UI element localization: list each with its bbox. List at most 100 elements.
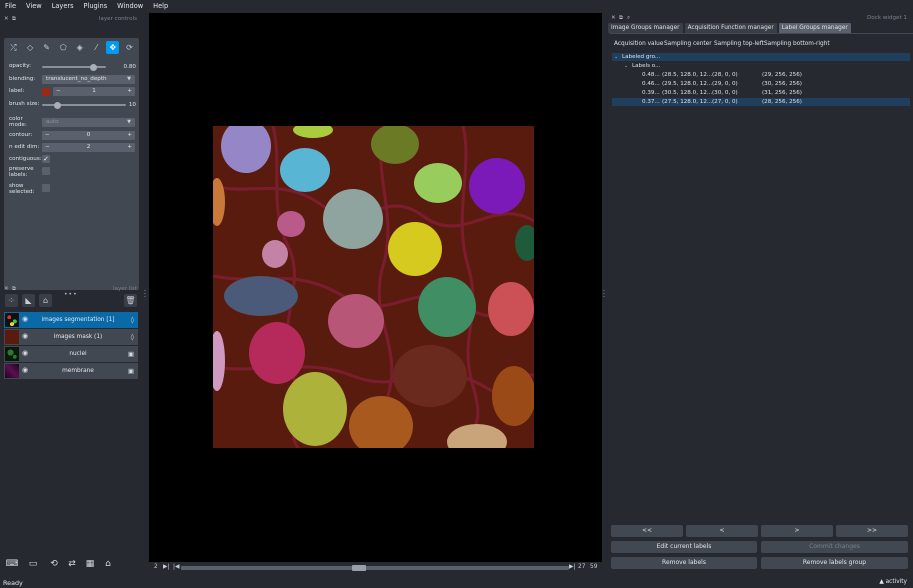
column-header-acquisition[interactable]: Acquisition value: [614, 41, 663, 47]
column-header-bottom-right[interactable]: Sampling bottom-right: [764, 41, 830, 47]
row-bottom-right: (31, 256, 256): [762, 90, 802, 96]
segmentation-image[interactable]: [213, 126, 534, 448]
commit-changes-button[interactable]: Commit changes: [761, 541, 908, 553]
show-selected-checkbox[interactable]: [42, 184, 50, 192]
blending-select[interactable]: translucent_no_depth ▼: [42, 75, 135, 84]
pick-icon[interactable]: ⁄: [90, 41, 103, 54]
activity-button[interactable]: ▲ activity: [879, 579, 907, 585]
play-icon[interactable]: ▶|: [163, 564, 169, 570]
table-row[interactable]: 0.39... (30.5, 128.0, 12... (30, 0, 0) (…: [612, 89, 910, 97]
brush-size-slider[interactable]: [42, 101, 126, 109]
contour-spinbox[interactable]: − 0 +: [42, 131, 135, 140]
increment-icon[interactable]: +: [127, 131, 132, 140]
table-row[interactable]: 0.48... (28.5, 128.0, 12... (28, 0, 0) (…: [612, 71, 910, 79]
close-icon[interactable]: ✕: [611, 15, 616, 21]
tab-acquisition-function-manager[interactable]: Acquisition Function manager: [684, 23, 777, 33]
tree-group-row[interactable]: ⌄ Labeled gro...: [612, 53, 910, 61]
ndisplay-icon[interactable]: ▭: [23, 557, 43, 571]
step-forward-icon[interactable]: ▶|: [569, 564, 575, 570]
n-edit-dim-spinbox[interactable]: − 2 +: [42, 143, 135, 152]
label-spinbox[interactable]: − 1 +: [53, 87, 135, 96]
column-header-top-left[interactable]: Sampling top-left: [714, 41, 764, 47]
canvas[interactable]: [149, 13, 602, 562]
preserve-labels-checkbox[interactable]: [42, 167, 50, 175]
new-labels-icon[interactable]: ⌂: [39, 294, 52, 307]
transform-icon[interactable]: ⟳: [123, 41, 136, 54]
opacity-slider[interactable]: [42, 63, 106, 71]
menu-layers[interactable]: Layers: [47, 2, 79, 10]
tab-label-groups-manager[interactable]: Label Groups manager: [778, 23, 851, 33]
eye-icon[interactable]: ◉: [22, 332, 28, 340]
close-icon[interactable]: ✕: [4, 16, 9, 22]
pan-zoom-icon[interactable]: ✥: [106, 41, 120, 54]
row-acq: 0.39...: [642, 90, 660, 96]
left-splitter-handle[interactable]: · · ·: [144, 289, 146, 301]
edit-current-labels-button[interactable]: Edit current labels: [611, 541, 757, 553]
remove-labels-group-button[interactable]: Remove labels group: [761, 557, 908, 569]
previous-button[interactable]: <: [686, 525, 758, 537]
layer-item-membrane[interactable]: ◉ membrane ▣: [4, 363, 138, 379]
tree-sub-row[interactable]: ⌄ Labels o...: [612, 62, 910, 70]
label-value: 1: [92, 88, 96, 94]
last-button[interactable]: >>: [836, 525, 908, 537]
new-shapes-icon[interactable]: ◣: [22, 294, 35, 307]
roll-icon[interactable]: ⟲: [47, 557, 61, 571]
dim-slider-handle[interactable]: [352, 565, 367, 571]
row-acq: 0.37...: [642, 99, 660, 105]
next-button[interactable]: >: [761, 525, 833, 537]
color-mode-value: auto: [46, 119, 59, 125]
menu-help[interactable]: Help: [148, 2, 173, 10]
opacity-label: opacity:: [9, 62, 32, 69]
eye-icon[interactable]: ◉: [22, 315, 28, 323]
increment-icon[interactable]: +: [127, 87, 132, 96]
close-icon[interactable]: ✕: [4, 286, 9, 292]
step-back-icon[interactable]: |◀: [173, 564, 179, 570]
increment-icon[interactable]: +: [127, 143, 132, 152]
contour-value: 0: [86, 132, 91, 138]
console-icon[interactable]: ⌨: [5, 557, 19, 571]
tab-bar: Image Groups manager Acquisition Functio…: [608, 23, 853, 33]
column-header-center[interactable]: Sampling center: [664, 41, 712, 47]
layer-item-nuclei[interactable]: ◉ nuclei ▣: [4, 346, 138, 362]
dim-slider[interactable]: [181, 565, 569, 571]
erase-icon[interactable]: ◇: [24, 41, 37, 54]
tab-image-groups-manager[interactable]: Image Groups manager: [608, 23, 683, 33]
layer-item-images-segmentation[interactable]: ◉ images segmentation [1] ◊: [4, 312, 138, 328]
delete-layer-icon[interactable]: 🗑: [124, 294, 137, 307]
contiguous-checkbox[interactable]: ✓: [42, 155, 50, 163]
remove-labels-button[interactable]: Remove labels: [611, 557, 757, 569]
grid-icon[interactable]: ▦: [83, 557, 97, 571]
float-icon[interactable]: ⧉: [12, 286, 16, 293]
blending-row: blending: translucent_no_depth ▼: [9, 74, 137, 85]
menu-file[interactable]: File: [0, 2, 21, 10]
float-icon[interactable]: ⧉: [12, 16, 16, 23]
polygon-icon[interactable]: ⬠: [57, 41, 70, 54]
shuffle-colors-icon[interactable]: ⤮: [7, 41, 20, 54]
new-points-icon[interactable]: ⁘: [5, 294, 18, 307]
right-splitter-handle[interactable]: · · ·: [603, 289, 605, 301]
brush-size-slider-handle[interactable]: [53, 101, 61, 109]
blending-value: translucent_no_depth: [46, 76, 107, 82]
color-mode-row: color mode: auto ▼: [9, 116, 137, 128]
paint-icon[interactable]: ✎: [40, 41, 53, 54]
eye-icon[interactable]: ◉: [22, 366, 28, 374]
menu-view[interactable]: View: [21, 2, 47, 10]
first-button[interactable]: <<: [611, 525, 683, 537]
fill-icon[interactable]: ◈: [73, 41, 86, 54]
collapse-icon[interactable]: ⌄: [624, 62, 628, 70]
float-icon[interactable]: ⧉: [619, 15, 623, 22]
opacity-slider-handle[interactable]: [89, 63, 97, 71]
search-icon[interactable]: ⌕: [627, 15, 630, 22]
menu-window[interactable]: Window: [112, 2, 148, 10]
eye-icon[interactable]: ◉: [22, 349, 28, 357]
color-mode-select[interactable]: auto ▼: [42, 118, 135, 127]
menu-plugins[interactable]: Plugins: [79, 2, 113, 10]
table-row[interactable]: 0.37... (27.5, 128.0, 12... (27, 0, 0) (…: [612, 98, 910, 106]
table-row[interactable]: 0.46... (29.5, 128.0, 12... (29, 0, 0) (…: [612, 80, 910, 88]
home-icon[interactable]: ⌂: [101, 557, 115, 571]
brush-size-row: brush size: 10: [9, 99, 137, 110]
transpose-icon[interactable]: ⇄: [65, 557, 79, 571]
layer-item-images-mask[interactable]: ◉ images mask (1) ◊: [4, 329, 138, 345]
layer-list: ◉ images segmentation [1] ◊ ◉ images mas…: [4, 312, 139, 562]
collapse-icon[interactable]: ⌄: [614, 53, 618, 61]
